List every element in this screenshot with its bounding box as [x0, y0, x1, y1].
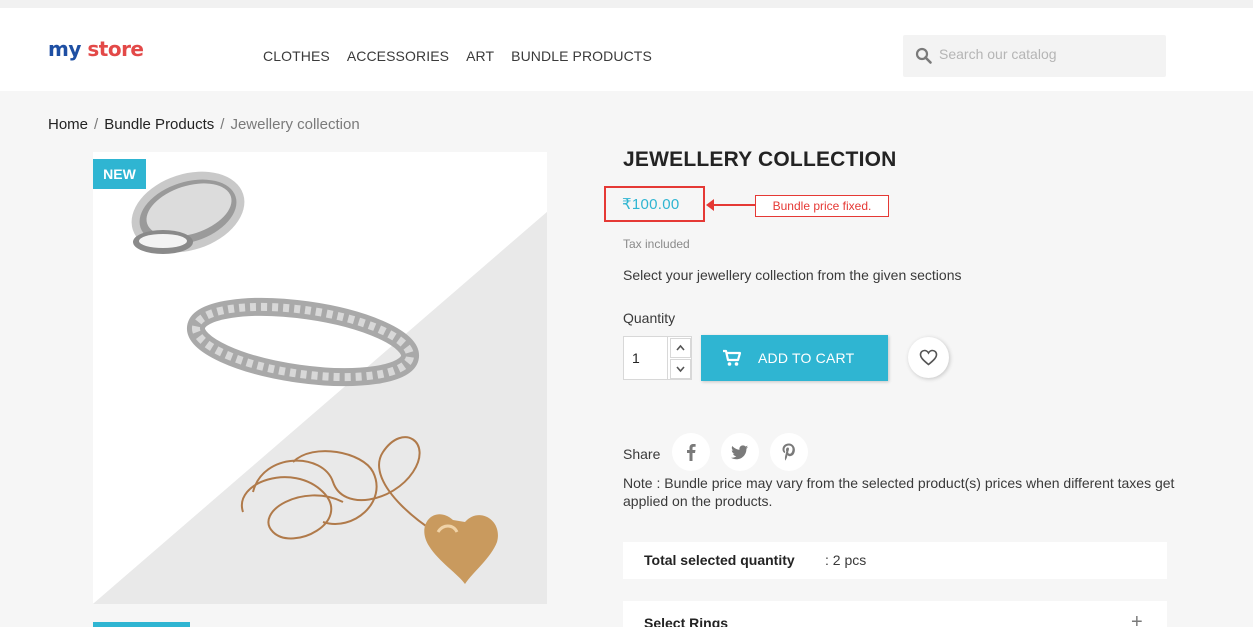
total-quantity-label: Total selected quantity [644, 552, 795, 568]
breadcrumb: Home / Bundle Products / Jewellery collectio… [48, 116, 360, 133]
select-rings-title: Select Rings [644, 615, 729, 627]
share-facebook-button[interactable] [672, 433, 710, 471]
tax-note: Tax included [623, 237, 690, 251]
cart-icon [723, 349, 742, 366]
expand-icon[interactable]: + [1131, 611, 1143, 627]
quantity-label: Quantity [623, 310, 676, 326]
product-title: JEWELLERY COLLECTION [623, 148, 897, 171]
product-description: Select your jewellery collection from th… [623, 267, 962, 283]
logo-text-store: store [87, 37, 144, 61]
nav-art[interactable]: ART [466, 48, 494, 64]
new-badge: NEW [93, 159, 146, 189]
total-quantity-value: : 2 pcs [825, 552, 867, 568]
nav-bundle-products[interactable]: BUNDLE PRODUCTS [511, 48, 652, 64]
search-icon[interactable] [915, 47, 933, 65]
wishlist-button[interactable] [908, 337, 949, 378]
search-input[interactable] [939, 46, 1149, 62]
share-pinterest-button[interactable] [770, 433, 808, 471]
quantity-stepper [623, 336, 692, 380]
breadcrumb-separator: / [94, 116, 99, 133]
bundle-price-note: Note : Bundle price may vary from the se… [623, 475, 1175, 509]
price-annotation: Bundle price fixed. [755, 195, 889, 217]
add-to-cart-button[interactable]: ADD TO CART [701, 335, 888, 381]
caret-down-icon [676, 366, 685, 373]
main-nav: CLOTHES ACCESSORIES ART BUNDLE PRODUCTS [263, 48, 669, 64]
quantity-decrease-button[interactable] [670, 359, 691, 379]
add-to-cart-label: ADD TO CART [758, 350, 855, 366]
site-header: my store CLOTHES ACCESSORIES ART BUNDLE … [0, 0, 1253, 91]
nav-clothes[interactable]: CLOTHES [263, 48, 330, 64]
annotation-arrow-line [711, 204, 755, 206]
share-label: Share [623, 446, 661, 462]
store-logo[interactable]: my store [48, 37, 144, 61]
quantity-input[interactable] [624, 337, 668, 379]
pinterest-icon [782, 443, 795, 461]
select-rings-panel[interactable]: Select Rings + [623, 601, 1167, 627]
product-price: ₹100.00 [622, 196, 680, 213]
facebook-icon [687, 444, 696, 461]
share-twitter-button[interactable] [721, 433, 759, 471]
product-image[interactable] [93, 152, 547, 604]
thumbnail-indicator[interactable] [93, 622, 190, 627]
breadcrumb-current: Jewellery collection [230, 116, 360, 133]
breadcrumb-category[interactable]: Bundle Products [104, 116, 214, 133]
breadcrumb-separator: / [220, 116, 225, 133]
total-quantity-panel: Total selected quantity : 2 pcs [623, 542, 1167, 579]
jewellery-photo [93, 152, 547, 604]
twitter-icon [731, 445, 748, 460]
search-box [903, 35, 1166, 77]
heart-icon [919, 349, 938, 366]
caret-up-icon [676, 344, 685, 351]
breadcrumb-home[interactable]: Home [48, 116, 88, 133]
quantity-increase-button[interactable] [670, 338, 691, 358]
logo-text-my: my [48, 37, 81, 61]
nav-accessories[interactable]: ACCESSORIES [347, 48, 449, 64]
